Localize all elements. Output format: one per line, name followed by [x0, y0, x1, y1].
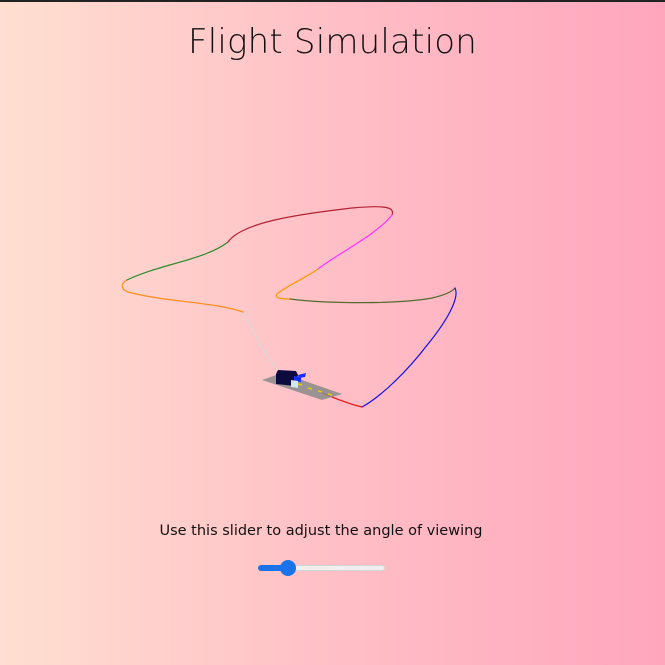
flight-path-segment: [289, 287, 456, 304]
flight-path-segment: [317, 214, 393, 270]
viewing-angle-slider[interactable]: [258, 560, 385, 576]
slider-thumb[interactable]: [280, 560, 297, 576]
slider-caption: Use this slider to adjust the angle of v…: [159, 523, 483, 539]
flight-path-segment: [242, 311, 286, 381]
flight-path-segment: [361, 287, 457, 408]
flight-path-segment: [275, 268, 319, 300]
flight-path-segment: [121, 279, 244, 313]
flight-path-segment: [126, 241, 229, 281]
